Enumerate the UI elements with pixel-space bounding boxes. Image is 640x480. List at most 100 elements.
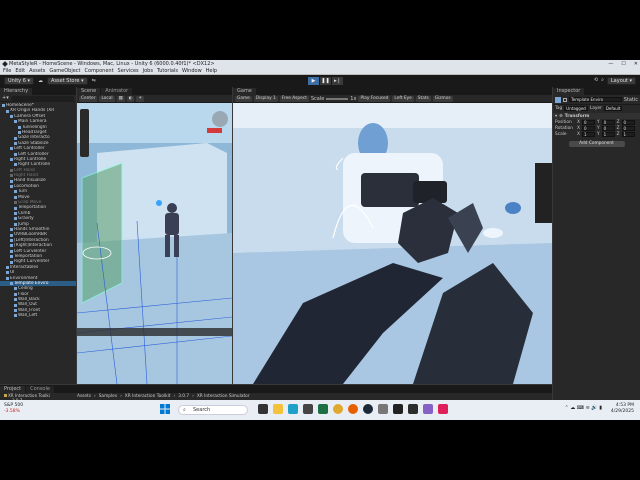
view-2d-icon[interactable]: ◐ bbox=[126, 95, 135, 102]
toolbar-right: ⟲ ⌕ Layout ▾ bbox=[594, 77, 636, 85]
file-explorer-icon[interactable] bbox=[273, 404, 283, 414]
slack-icon[interactable] bbox=[438, 404, 448, 414]
breadcrumb-item[interactable]: XR Interaction Simulator bbox=[197, 393, 250, 400]
clock-date[interactable]: 4/29/2025 bbox=[611, 409, 634, 415]
layout-dropdown[interactable]: Layout ▾ bbox=[606, 77, 636, 85]
display-dropdown[interactable]: Display 1 bbox=[253, 95, 278, 102]
add-component-button[interactable]: Add Component bbox=[568, 141, 625, 147]
cloud-icon[interactable]: ☁ bbox=[38, 78, 43, 84]
layer-dropdown[interactable]: Default bbox=[603, 105, 623, 111]
task-view-icon[interactable] bbox=[258, 404, 268, 414]
breadcrumb-item[interactable]: XR Interaction Toolkit bbox=[125, 393, 171, 400]
menu-component[interactable]: Component bbox=[85, 68, 114, 74]
gameobject-icon bbox=[14, 217, 17, 221]
aspect-dropdown[interactable]: Free Aspect bbox=[279, 95, 309, 102]
hierarchy-panel: Hierarchy +▾ HomeScene* XR Origin Hands (… bbox=[0, 87, 76, 384]
firefox-icon[interactable] bbox=[348, 404, 358, 414]
menu-assets[interactable]: Assets bbox=[29, 68, 45, 74]
transform-x-field[interactable]: 0 bbox=[581, 119, 595, 125]
settings-icon[interactable] bbox=[378, 404, 388, 414]
breadcrumb-item[interactable]: Assets bbox=[77, 393, 91, 400]
excel-icon[interactable] bbox=[318, 404, 328, 414]
stats-button[interactable]: Stats bbox=[415, 95, 431, 102]
menu-window[interactable]: Window bbox=[182, 68, 202, 74]
unity-hub-icon[interactable] bbox=[393, 404, 403, 414]
step-button[interactable]: ▸❘ bbox=[332, 77, 343, 85]
lighting-icon[interactable]: ☀ bbox=[136, 95, 145, 102]
transform-y-field[interactable]: 0 bbox=[601, 125, 615, 131]
transform-z-field[interactable]: 0 bbox=[621, 125, 635, 131]
gameobject-icon bbox=[10, 249, 13, 253]
start-icon[interactable] bbox=[160, 404, 170, 414]
tab-console[interactable]: Console bbox=[26, 386, 55, 393]
stock-widget[interactable]: S&P 500 -3.58% bbox=[4, 403, 23, 414]
tray-icons[interactable]: ⌃ ☁ ⌨ ≋ 🔊 ▮ bbox=[564, 405, 602, 411]
play-button[interactable]: ▶ bbox=[308, 77, 319, 85]
space-dropdown[interactable]: Local bbox=[99, 95, 115, 102]
eye-dropdown[interactable]: Left Eye bbox=[392, 95, 414, 102]
gizmos-button[interactable]: Gizmos bbox=[432, 95, 453, 102]
transform-y-field[interactable]: 0 bbox=[601, 119, 615, 125]
breadcrumb-item[interactable]: Samples bbox=[99, 393, 117, 400]
axis-label: Y bbox=[596, 131, 600, 137]
menu-services[interactable]: Services bbox=[118, 68, 139, 74]
search-icon[interactable]: ⌕ bbox=[601, 77, 604, 85]
scene-viewport[interactable] bbox=[77, 103, 232, 384]
menu-file[interactable]: File bbox=[3, 68, 11, 74]
chrome-icon[interactable] bbox=[333, 404, 343, 414]
tab-animator[interactable]: Animator bbox=[101, 88, 134, 95]
close-button[interactable]: ✕ bbox=[634, 60, 638, 68]
pause-button[interactable]: ❚❚ bbox=[320, 77, 331, 85]
taskbar-search[interactable]: ⌕ Search bbox=[178, 405, 248, 415]
transform-y-field[interactable]: 1 bbox=[601, 131, 615, 137]
menu-gameobject[interactable]: GameObject bbox=[49, 68, 80, 74]
breadcrumb-item[interactable]: 3.0.7 bbox=[178, 393, 189, 400]
layout-label: Layout bbox=[610, 78, 628, 84]
tag-dropdown[interactable]: Untagged bbox=[564, 105, 588, 111]
maximize-button[interactable]: ☐ bbox=[621, 60, 625, 68]
gameobject-icon bbox=[10, 228, 13, 232]
axis-label: Z bbox=[616, 125, 620, 131]
menu-edit[interactable]: Edit bbox=[15, 68, 25, 74]
history-icon[interactable]: ⟲ bbox=[594, 77, 598, 85]
game-viewport[interactable] bbox=[233, 103, 552, 384]
hierarchy-item[interactable]: Wall_Left bbox=[0, 313, 76, 318]
hierarchy-search-input[interactable] bbox=[10, 95, 74, 101]
tab-scene[interactable]: Scene bbox=[77, 88, 102, 95]
steam-icon[interactable] bbox=[363, 404, 373, 414]
play-focused-dropdown[interactable]: Play Focused bbox=[358, 95, 391, 102]
transform-z-field[interactable]: 0 bbox=[621, 119, 635, 125]
scene-gizmo[interactable] bbox=[212, 111, 228, 127]
transform-row-label: Position bbox=[555, 119, 572, 125]
game-panel: Game Game Display 1 Free Aspect Scale 1x… bbox=[233, 87, 552, 384]
scale-slider[interactable] bbox=[326, 97, 349, 100]
game-mode-dropdown[interactable]: Game bbox=[235, 95, 252, 102]
account-button[interactable]: Unity 6 ▾ bbox=[4, 77, 35, 85]
asset-store-button[interactable]: Asset Store ▾ bbox=[47, 77, 88, 85]
menu-jobs[interactable]: Jobs bbox=[143, 68, 153, 74]
visual-studio-icon[interactable] bbox=[423, 404, 433, 414]
transform-x-field[interactable]: 0 bbox=[581, 125, 595, 131]
store-icon[interactable] bbox=[303, 404, 313, 414]
transform-row-label: Rotation bbox=[555, 125, 573, 131]
tab-game[interactable]: Game bbox=[233, 88, 257, 95]
snap-icon[interactable]: ▦ bbox=[116, 95, 125, 102]
active-checkbox[interactable] bbox=[563, 97, 567, 102]
transform-x-field[interactable]: 1 bbox=[581, 131, 595, 137]
tab-project[interactable]: Project bbox=[0, 386, 27, 393]
object-name-field[interactable]: Template Enviro bbox=[569, 97, 622, 102]
transform-z-field[interactable]: 1 bbox=[621, 131, 635, 137]
gameobject-icon bbox=[14, 136, 17, 140]
menu-help[interactable]: Help bbox=[206, 68, 217, 74]
taskbar-apps bbox=[258, 404, 448, 414]
terminal-icon[interactable] bbox=[408, 404, 418, 414]
collab-icon[interactable]: ⇋ bbox=[92, 78, 96, 84]
pivot-dropdown[interactable]: Center bbox=[79, 95, 98, 102]
tab-hierarchy[interactable]: Hierarchy bbox=[0, 88, 34, 95]
minimize-button[interactable]: — bbox=[608, 60, 613, 68]
tab-inspector[interactable]: Inspector bbox=[553, 88, 586, 95]
game-render bbox=[233, 103, 552, 384]
add-icon[interactable]: +▾ bbox=[2, 95, 9, 101]
edge-icon[interactable] bbox=[288, 404, 298, 414]
menu-tutorials[interactable]: Tutorials bbox=[157, 68, 178, 74]
